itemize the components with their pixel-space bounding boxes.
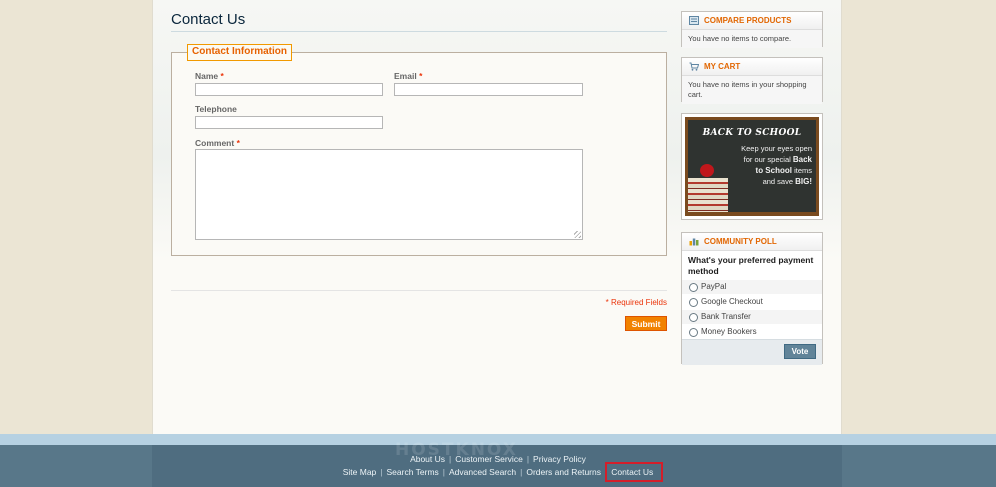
footer-link-search-terms[interactable]: Search Terms	[387, 467, 439, 477]
required-fields-note: * Required Fields	[605, 298, 667, 307]
email-label: Email *	[394, 71, 423, 81]
footer-link-about-us[interactable]: About Us	[410, 454, 445, 464]
poll-question: What's your preferred payment method	[688, 255, 814, 276]
radio-icon[interactable]	[689, 298, 698, 307]
my-cart-title: MY CART	[704, 62, 741, 71]
poll-option[interactable]: PayPal	[682, 279, 822, 294]
footer-links-row2: Site Map | Search Terms | Advanced Search | Or…	[342, 467, 654, 477]
name-label: Name *	[195, 71, 224, 81]
radio-icon[interactable]	[689, 313, 698, 322]
radio-icon[interactable]	[689, 283, 698, 292]
poll-option[interactable]: Money Bookers	[682, 324, 822, 339]
promo-title: BACK TO SCHOOL	[702, 128, 802, 138]
footer-link-orders-returns[interactable]: Orders and Returns	[526, 467, 601, 477]
footer-link-customer-service[interactable]: Customer Service	[455, 454, 523, 464]
contact-us-highlight	[605, 462, 663, 482]
vote-button[interactable]: Vote	[784, 344, 816, 359]
title-divider	[171, 31, 667, 32]
compare-products-text: You have no items to compare.	[682, 30, 822, 48]
back-to-school-banner[interactable]: BACK TO SCHOOL Keep your eyes open for o…	[681, 113, 823, 220]
cart-icon	[689, 62, 699, 71]
footer-link-privacy-policy[interactable]: Privacy Policy	[533, 454, 586, 464]
poll-option[interactable]: Bank Transfer	[682, 309, 822, 324]
my-cart-text: You have no items in your shopping cart.	[682, 76, 822, 104]
books-image	[688, 178, 728, 212]
fieldset-legend: Contact Information	[187, 44, 292, 61]
community-poll-title: COMMUNITY POLL	[704, 237, 777, 246]
telephone-label: Telephone	[195, 104, 237, 114]
compare-icon	[689, 16, 699, 25]
poll-option[interactable]: Google Checkout	[682, 294, 822, 309]
poll-icon	[689, 238, 699, 246]
comment-label: Comment *	[195, 138, 240, 148]
comment-textarea[interactable]	[195, 149, 583, 240]
apple-image	[700, 164, 714, 177]
footer-links-row1: About Us | Customer Service | Privacy Policy	[410, 454, 586, 464]
page-title: Contact Us	[171, 11, 246, 28]
promo-text: Keep your eyes open for our special Back…	[741, 144, 812, 186]
submit-button[interactable]: Submit	[625, 316, 667, 331]
footer-link-advanced-search[interactable]: Advanced Search	[449, 467, 516, 477]
radio-icon[interactable]	[689, 328, 698, 337]
footer-link-site-map[interactable]: Site Map	[343, 467, 377, 477]
my-cart-block: MY CART You have no items in your shoppi…	[681, 57, 823, 104]
resize-grip-icon[interactable]	[574, 231, 581, 238]
compare-products-block: COMPARE PRODUCTS You have no items to co…	[681, 11, 823, 48]
telephone-field[interactable]	[195, 116, 383, 129]
buttons-divider	[171, 290, 667, 291]
compare-products-title: COMPARE PRODUCTS	[704, 16, 792, 25]
community-poll-block: COMMUNITY POLL What's your preferred pay…	[681, 232, 823, 365]
email-field[interactable]	[394, 83, 583, 96]
name-field[interactable]	[195, 83, 383, 96]
